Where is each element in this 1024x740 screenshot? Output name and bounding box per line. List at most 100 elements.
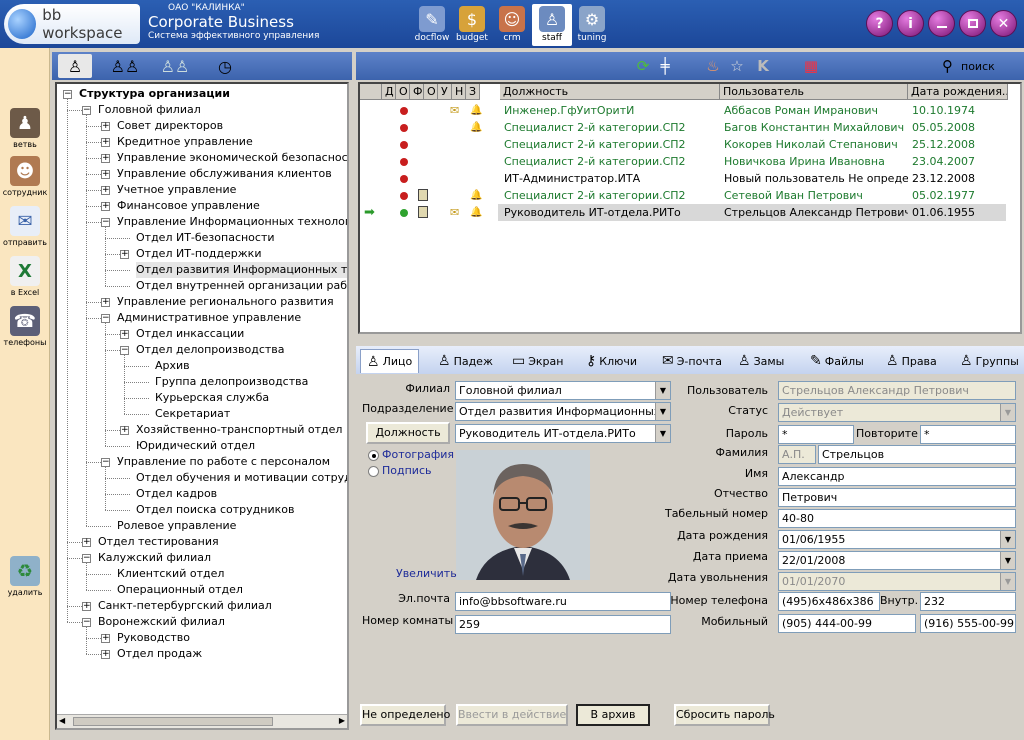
column-header[interactable]: Дата рождения...	[908, 84, 1008, 100]
tab-rights[interactable]: ♙ Права	[886, 349, 937, 373]
search-button[interactable]: ⚲ поиск	[942, 57, 995, 75]
tab-history[interactable]: ◷	[208, 54, 242, 78]
tree-node[interactable]: Отдел тестирования	[98, 534, 219, 550]
hiredate-picker[interactable]: 22/01/2008 ▼	[778, 551, 1016, 570]
undefined-button[interactable]: Не определено	[360, 704, 450, 726]
column-header[interactable]: Д	[382, 84, 396, 100]
photo-radio[interactable]	[368, 450, 379, 461]
module-tuning[interactable]: ⚙ tuning	[572, 4, 612, 46]
ext-field[interactable]: 232	[920, 592, 1016, 611]
collapse-icon[interactable]: −	[101, 218, 110, 227]
tree-node[interactable]: Отдел обучения и мотивации сотрудников	[136, 470, 347, 486]
tab-screen[interactable]: ▭ Экран	[512, 349, 563, 373]
column-header[interactable]: Должность	[500, 84, 720, 100]
tab-groups[interactable]: ♙ Группы	[960, 349, 1019, 373]
column-header[interactable]: О	[424, 84, 438, 100]
signature-radio[interactable]	[368, 466, 379, 477]
filter-columns-icon[interactable]: ╪	[654, 56, 676, 76]
tree-node[interactable]: Отдел продаж	[117, 646, 202, 662]
chevron-down-icon[interactable]: ▼	[1000, 573, 1015, 590]
structure-tree[interactable]: − Структура организации − Головной филиал + С…	[55, 82, 349, 730]
position-button[interactable]: Должность	[366, 422, 450, 444]
tree-node[interactable]: Юридический отдел	[136, 438, 255, 454]
tree-node[interactable]: Санкт-петербургский филиал	[98, 598, 272, 614]
module-staff[interactable]: ♙ staff	[532, 4, 572, 46]
expand-icon[interactable]: +	[82, 538, 91, 547]
tree-node[interactable]: Управление регионального развития	[117, 294, 334, 310]
tab-files[interactable]: ✎ Файлы	[810, 349, 864, 373]
collapse-icon[interactable]: −	[101, 314, 110, 323]
tree-node[interactable]: Отдел внутренней организации работы и	[136, 278, 347, 294]
tree-node[interactable]: Отдел поиска сотрудников	[136, 502, 294, 518]
chevron-down-icon[interactable]: ▼	[1000, 404, 1015, 421]
reset-password-button[interactable]: Сбросить пароль	[674, 704, 775, 726]
tree-node[interactable]: Клиентский отдел	[117, 566, 224, 582]
column-header[interactable]: Пользователь	[720, 84, 908, 100]
tab-email[interactable]: ✉ Э-почта	[662, 349, 722, 373]
tab-case[interactable]: ♙ Падеж	[438, 349, 493, 373]
patronymic-field[interactable]: Петрович	[778, 488, 1016, 507]
employee-button[interactable]: ☻ сотрудник	[0, 156, 50, 197]
initials-field[interactable]: А.П.	[778, 445, 816, 464]
collapse-icon[interactable]: −	[120, 346, 129, 355]
module-budget[interactable]: $ budget	[452, 4, 492, 46]
tab-keys[interactable]: ⚷ Ключи	[586, 349, 637, 373]
expand-icon[interactable]: +	[101, 138, 110, 147]
phone-field[interactable]: (495)6x486x386	[778, 592, 880, 611]
table-row[interactable]: ✉ 🔔 Инженер.ГфУитОритИ Аббасов Роман Имрано…	[360, 102, 1020, 119]
tree-node[interactable]: Группа делопроизводства	[155, 374, 308, 390]
tree-node[interactable]: Учетное управление	[117, 182, 236, 198]
star-icon[interactable]: ☆	[726, 56, 748, 76]
expand-icon[interactable]: +	[101, 170, 110, 179]
expand-icon[interactable]: +	[82, 602, 91, 611]
tree-node[interactable]: Отдел ИТ-безопасности	[136, 230, 275, 246]
tree-node[interactable]: Совет директоров	[117, 118, 223, 134]
excel-button[interactable]: Xв Excel	[0, 256, 50, 297]
fire-icon[interactable]: ♨	[702, 56, 724, 76]
collapse-icon[interactable]: −	[82, 106, 91, 115]
status-select[interactable]: Действует ▼	[778, 403, 1016, 422]
signature-radio-label[interactable]: Подпись	[382, 464, 431, 477]
tree-node[interactable]: Управление экономической безопасности	[117, 150, 347, 166]
branch-button[interactable]: ♟ ветвь	[0, 108, 50, 149]
tab-face[interactable]: ♙ Лицо	[360, 349, 420, 373]
refresh-icon[interactable]: ⟳	[632, 56, 654, 76]
tree-node[interactable]: Операционный отдел	[117, 582, 243, 598]
tab-deputies[interactable]: ♙ Замы	[738, 349, 784, 373]
tree-node[interactable]: Административное управление	[117, 310, 301, 326]
tab-structure[interactable]: ♙	[58, 54, 92, 78]
tree-node[interactable]: Воронежский филиал	[98, 614, 225, 630]
tree-node[interactable]: Финансовое управление	[117, 198, 260, 214]
tree-node[interactable]: Отдел инкассации	[136, 326, 244, 342]
tree-node[interactable]: Руководство	[117, 630, 190, 646]
birthdate-picker[interactable]: 01/06/1955 ▼	[778, 530, 1016, 549]
tree-node[interactable]: Управление Информационных технологий	[117, 214, 347, 230]
column-header[interactable]: Ф	[410, 84, 424, 100]
table-row[interactable]: 🔔 Специалист 2-й категории.СП2 Сетевой Ива…	[360, 187, 1020, 204]
filial-select[interactable]: Головной филиал ▼	[455, 381, 671, 400]
collapse-icon[interactable]: −	[63, 90, 72, 99]
tree-node[interactable]: Головной филиал	[98, 102, 201, 118]
firstname-field[interactable]: Александр	[778, 467, 1016, 486]
user-field[interactable]: Стрельцов Александр Петрович	[778, 381, 1016, 400]
repeat-password-field[interactable]: *	[920, 425, 1016, 444]
expand-icon[interactable]: +	[120, 426, 129, 435]
module-crm[interactable]: ☺ crm	[492, 4, 532, 46]
tree-node[interactable]: Ролевое управление	[117, 518, 236, 534]
expand-icon[interactable]: +	[101, 202, 110, 211]
scroll-right-icon[interactable]: ▶	[339, 716, 345, 725]
table-row[interactable]: Специалист 2-й категории.СП2 Кокорев Нико…	[360, 136, 1020, 153]
restore-button[interactable]	[959, 10, 986, 37]
activate-button[interactable]: Ввести в действие	[456, 704, 568, 726]
tree-node[interactable]: Секретариат	[155, 406, 230, 422]
tree-node[interactable]: Структура организации	[79, 86, 230, 102]
mobile2-field[interactable]: (916) 555-00-99	[920, 614, 1016, 633]
calendar-icon[interactable]: ▦	[800, 56, 822, 76]
minimize-button[interactable]	[928, 10, 955, 37]
table-row[interactable]: 🔔 Специалист 2-й категории.СП2 Багов Конст…	[360, 119, 1020, 136]
expand-icon[interactable]: +	[101, 634, 110, 643]
mobile-field[interactable]: (905) 444-00-99	[778, 614, 916, 633]
tree-node[interactable]: Калужский филиал	[98, 550, 211, 566]
column-header[interactable]: Н	[452, 84, 466, 100]
tree-node[interactable]: Отдел ИТ-поддержки	[136, 246, 261, 262]
